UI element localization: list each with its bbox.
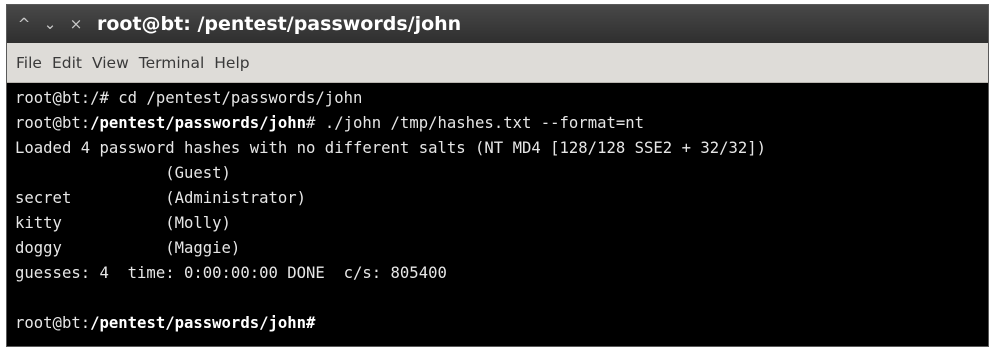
prompt-path: /pentest/passwords/john	[90, 314, 307, 332]
menu-bar: File Edit View Terminal Help	[7, 43, 988, 83]
terminal-output[interactable]: root@bt:/# cd /pentest/passwords/john ro…	[7, 83, 988, 346]
prompt-user: root@bt:	[15, 314, 91, 332]
prompt-end: #	[306, 314, 316, 332]
terminal-line: doggy (Maggie)	[15, 239, 241, 257]
prompt-end: #	[306, 114, 325, 132]
terminal-line: root@bt:/pentest/passwords/john#	[15, 311, 988, 336]
close-icon[interactable]: ×	[63, 9, 89, 39]
terminal-line: Loaded 4 password hashes with no differe…	[15, 139, 767, 157]
prompt-user: root@bt:	[15, 114, 91, 132]
menu-terminal[interactable]: Terminal	[134, 54, 210, 72]
terminal-window: ^ ⌄ × root@bt: /pentest/passwords/john F…	[6, 4, 989, 347]
window-title: root@bt: /pentest/passwords/john	[97, 13, 462, 35]
prompt-path: /pentest/passwords/john	[90, 114, 307, 132]
terminal-line: root@bt:/# cd /pentest/passwords/john	[15, 89, 363, 107]
menu-file[interactable]: File	[11, 54, 47, 72]
menu-help[interactable]: Help	[209, 54, 254, 72]
command-text: ./john /tmp/hashes.txt --format=nt	[324, 114, 645, 132]
terminal-line: guesses: 4 time: 0:00:00:00 DONE c/s: 80…	[15, 264, 447, 282]
minimize-icon[interactable]: ^	[11, 9, 37, 39]
terminal-line: root@bt:/pentest/passwords/john# ./john …	[15, 111, 988, 136]
terminal-line: kitty (Molly)	[15, 214, 231, 232]
terminal-line: (Guest)	[15, 164, 231, 182]
menu-edit[interactable]: Edit	[47, 54, 87, 72]
maximize-icon[interactable]: ⌄	[37, 9, 63, 39]
terminal-line: secret (Administrator)	[15, 189, 307, 207]
menu-view[interactable]: View	[87, 54, 134, 72]
title-bar[interactable]: ^ ⌄ × root@bt: /pentest/passwords/john	[7, 5, 988, 43]
